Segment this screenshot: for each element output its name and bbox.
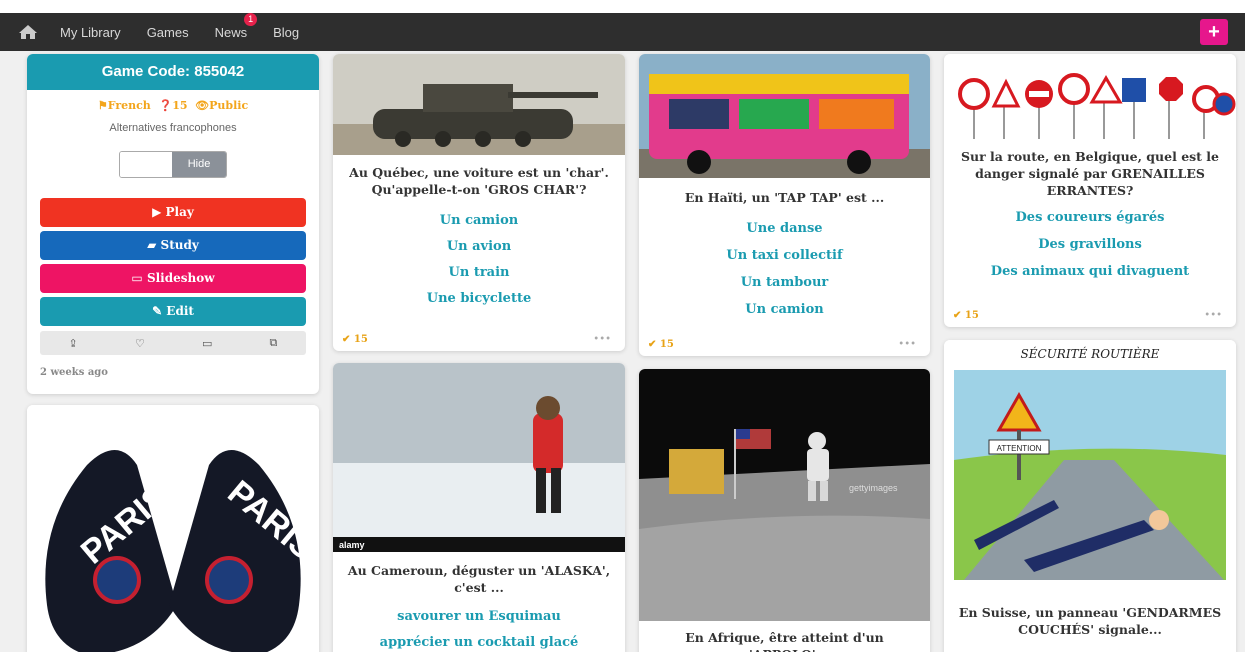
hide-toggle[interactable]: Hide	[119, 151, 227, 178]
game-icon-row: ⇪ ♡ ▭ ⧉	[40, 331, 306, 355]
card-footer: ✔ 15 •••	[953, 310, 1222, 321]
question-card-tap-tap[interactable]: En Haïti, un 'TAP TAP' est ... Une danse…	[639, 54, 930, 356]
monitor-icon: ▭	[131, 271, 147, 285]
copy-icon[interactable]: ⧉	[270, 336, 278, 350]
road-signs-image	[944, 54, 1236, 139]
tap-tap-bus-image	[639, 54, 930, 178]
nav-news[interactable]: News 1	[214, 12, 258, 40]
game-meta: ⚑French ❓15 👁Public	[27, 99, 319, 112]
answer-2[interactable]: apprécier un cocktail glacé	[333, 635, 625, 650]
score: ✔ 15	[953, 310, 979, 321]
check-icon: ✔	[953, 310, 965, 321]
score: ✔ 15	[342, 334, 368, 345]
more-icon[interactable]: •••	[1204, 310, 1222, 321]
cartoon-title: SÉCURITÉ ROUTIÈRE	[1021, 346, 1160, 361]
game-age: 2 weeks ago	[40, 367, 108, 378]
top-strip	[0, 0, 1245, 13]
question-card-grenailles[interactable]: Sur la route, en Belgique, quel est le d…	[944, 54, 1236, 327]
slideshow-button[interactable]: ▭ Slideshow	[40, 264, 306, 293]
top-nav: My Library Games News 1 Blog +	[0, 12, 1245, 51]
question-text: En Afrique, être atteint d'un 'APPOLO',	[685, 630, 884, 652]
check-icon: ✔	[342, 334, 354, 345]
question-text: Au Québec, une voiture est un 'char'. Qu…	[349, 165, 609, 197]
check-icon: ✔	[648, 339, 660, 350]
answer-1[interactable]: Des coureurs égarés	[944, 210, 1236, 225]
home-icon[interactable]	[16, 20, 40, 44]
answer-2[interactable]: Un avion	[333, 239, 625, 254]
answer-3[interactable]: Des animaux qui divaguent	[944, 264, 1236, 279]
road-safety-cartoon-image: SÉCURITÉ ROUTIÈRE ATTENTION	[944, 340, 1236, 596]
question-text: Au Cameroun, déguster un 'ALASKA', c'est…	[347, 563, 611, 595]
play-label: Play	[165, 205, 194, 219]
more-icon[interactable]: •••	[593, 334, 611, 345]
score-value: 15	[353, 334, 368, 345]
nav-games[interactable]: Games	[147, 25, 189, 40]
slideshow-label: Slideshow	[146, 271, 215, 285]
game-card: Game Code: 855042 ⚑French ❓15 👁Public Al…	[27, 54, 319, 394]
question-card-alaska[interactable]: alamy Au Cameroun, déguster un 'ALASKA',…	[333, 363, 625, 652]
more-icon[interactable]: •••	[898, 339, 916, 350]
moon-landing-image: gettyimages	[639, 369, 930, 621]
toggle-off-area[interactable]	[120, 152, 172, 177]
psg-card[interactable]: PARIS PARIS	[27, 405, 319, 652]
arctic-explorer-image: alamy	[333, 363, 625, 552]
news-badge: 1	[244, 12, 258, 26]
question-icon: ❓	[154, 99, 173, 112]
tank-image	[333, 54, 625, 155]
toggle-hide-label[interactable]: Hide	[172, 152, 226, 177]
study-label: Study	[160, 238, 199, 252]
question-card-appolo[interactable]: gettyimages En Afrique, être atteint d'u…	[639, 369, 930, 652]
edit-label: Edit	[166, 304, 194, 318]
game-language: French	[107, 99, 151, 112]
answer-1[interactable]: Un camion	[333, 213, 625, 228]
share-icon[interactable]: ⇪	[69, 337, 78, 350]
game-subtitle: Alternatives francophones	[109, 122, 237, 134]
folder-icon[interactable]: ▭	[202, 337, 212, 350]
nav-blog[interactable]: Blog	[273, 25, 299, 40]
game-count: 15	[172, 99, 188, 112]
score-value: 15	[659, 339, 674, 350]
edit-button[interactable]: ✎ Edit	[40, 297, 306, 326]
question-text: En Haïti, un 'TAP TAP' est ...	[684, 190, 885, 205]
flag-icon: ⚑	[97, 99, 108, 112]
play-icon: ▶	[152, 205, 166, 219]
answer-4[interactable]: Un camion	[639, 302, 930, 317]
answer-1[interactable]: Une danse	[639, 221, 930, 236]
getty-watermark: gettyimages	[849, 483, 898, 493]
answer-2[interactable]: Des gravillons	[944, 237, 1236, 252]
study-button[interactable]: ▰ Study	[40, 231, 306, 260]
eye-icon: 👁	[191, 99, 210, 112]
answer-3[interactable]: Un tambour	[639, 275, 930, 290]
nav-my-library[interactable]: My Library	[60, 25, 121, 40]
alamy-watermark: alamy	[339, 540, 365, 550]
psg-gloves-image: PARIS PARIS	[27, 405, 319, 652]
game-visibility: Public	[209, 99, 249, 112]
answer-2[interactable]: Un taxi collectif	[639, 248, 930, 263]
add-button[interactable]: +	[1200, 19, 1228, 45]
game-code-title: Game Code: 855042	[27, 54, 319, 90]
heart-icon[interactable]: ♡	[135, 337, 145, 350]
question-card-gendarmes-couches[interactable]: SÉCURITÉ ROUTIÈRE ATTENTION En Suisse, u…	[944, 340, 1236, 652]
score-value: 15	[964, 310, 979, 321]
card-footer: ✔ 15 •••	[648, 339, 916, 350]
answer-4[interactable]: Une bicyclette	[333, 291, 625, 306]
answer-1[interactable]: savourer un Esquimau	[333, 609, 625, 624]
card-footer: ✔ 15 •••	[342, 334, 611, 345]
attention-sign-text: ATTENTION	[997, 444, 1042, 453]
question-card-gros-char[interactable]: Au Québec, une voiture est un 'char'. Qu…	[333, 54, 625, 351]
nav-news-label: News	[214, 24, 248, 40]
pencil-icon: ✎	[152, 304, 167, 318]
question-text: En Suisse, un panneau 'GENDARMES COUCHÉS…	[958, 605, 1222, 637]
book-icon: ▰	[147, 238, 161, 252]
play-button[interactable]: ▶ Play	[40, 198, 306, 227]
question-text: Sur la route, en Belgique, quel est le d…	[960, 149, 1220, 198]
score: ✔ 15	[648, 339, 674, 350]
answer-3[interactable]: Un train	[333, 265, 625, 280]
